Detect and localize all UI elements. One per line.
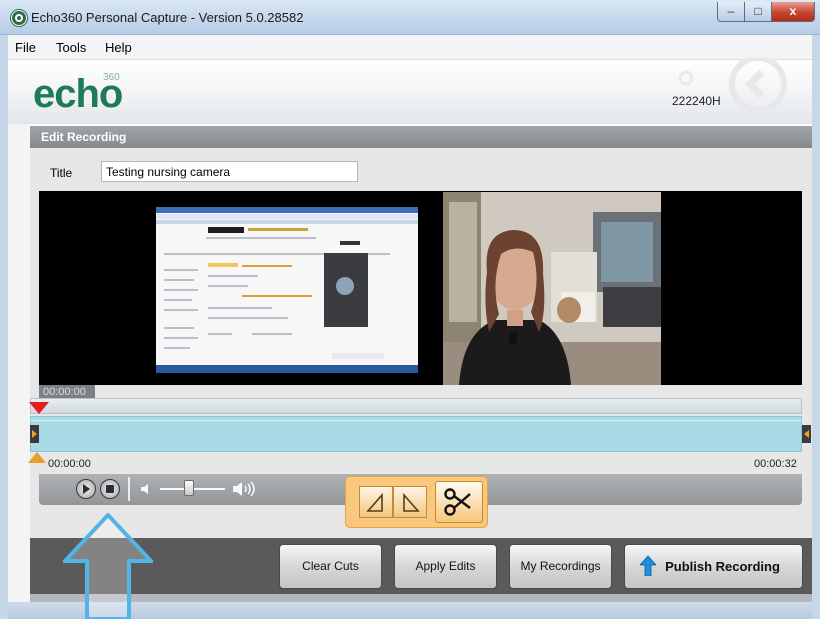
playhead-marker-icon[interactable] <box>29 402 49 414</box>
title-input[interactable] <box>101 161 358 182</box>
window-frame-left <box>0 34 8 619</box>
window-title: Echo360 Personal Capture - Version 5.0.2… <box>31 10 304 25</box>
apply-edits-button[interactable]: Apply Edits <box>394 544 497 589</box>
play-button[interactable] <box>76 479 96 499</box>
mark-out-button[interactable] <box>393 486 427 518</box>
minimize-button[interactable]: – <box>717 2 745 22</box>
title-label: Title <box>50 166 73 180</box>
current-time-readout: 00:00:00 <box>39 385 95 399</box>
edit-recording-heading: Edit Recording <box>41 130 127 144</box>
my-recordings-button[interactable]: My Recordings <box>509 544 612 589</box>
menu-file[interactable]: File <box>15 40 36 55</box>
scissors-icon <box>444 488 471 516</box>
device-id: 222240H <box>672 94 721 108</box>
cut-button[interactable] <box>435 481 483 523</box>
controls-divider <box>128 477 130 501</box>
webcam-preview <box>443 192 661 385</box>
edit-recording-bar <box>30 126 812 148</box>
trim-end-handle[interactable] <box>802 425 811 443</box>
header-decoration-icon <box>678 58 787 113</box>
maximize-button[interactable]: □ <box>744 2 772 22</box>
timeline-track[interactable] <box>30 416 802 452</box>
mark-in-icon <box>366 492 383 512</box>
timeline-start-time: 00:00:00 <box>48 458 91 470</box>
mark-out-icon <box>403 492 420 512</box>
speaker-icon[interactable] <box>232 482 256 496</box>
timeline-end-time: 00:00:32 <box>754 458 797 470</box>
screen-capture-preview <box>156 207 418 373</box>
menu-tools[interactable]: Tools <box>56 40 86 55</box>
menu-help[interactable]: Help <box>105 40 132 55</box>
clear-cuts-button[interactable]: Clear Cuts <box>279 544 382 589</box>
scrub-bar[interactable] <box>30 398 802 414</box>
video-preview <box>39 191 802 385</box>
volume-slider-thumb[interactable] <box>184 480 194 496</box>
mute-icon[interactable] <box>140 484 150 494</box>
left-gutter <box>8 124 30 602</box>
app-icon <box>11 10 27 26</box>
upload-arrow-icon <box>640 556 656 576</box>
close-button[interactable]: x <box>771 2 815 22</box>
timeline-track-highlight <box>30 420 802 421</box>
stop-button[interactable] <box>100 479 120 499</box>
echo-logo-superscript: 360 <box>103 72 120 83</box>
window-frame-right <box>812 34 820 619</box>
in-point-marker-icon[interactable] <box>28 452 46 463</box>
annotation-arrow-icon <box>63 513 153 619</box>
trim-start-handle[interactable] <box>30 425 39 443</box>
mark-in-button[interactable] <box>359 486 393 518</box>
